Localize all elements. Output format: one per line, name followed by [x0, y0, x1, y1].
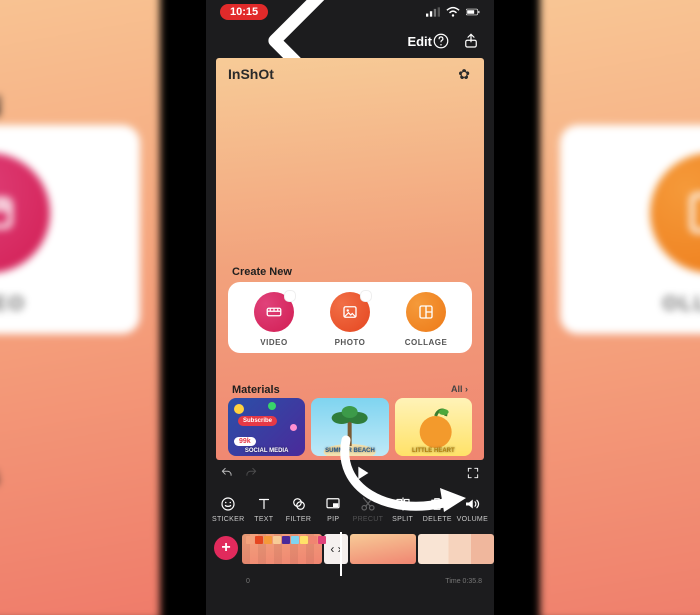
tool-pip-label: PIP	[327, 516, 339, 523]
bg-panel-left: VIDEO	[0, 125, 140, 334]
inshot-logo: InShOt	[228, 66, 274, 82]
material-card-2: SUMMER BEACH	[311, 398, 388, 456]
create-new-heading: Create New	[232, 266, 292, 278]
create-video-option: VIDEO	[236, 292, 311, 347]
bg-card-right: OLLAGE All ›	[540, 0, 700, 615]
tool-pip[interactable]: PIP	[318, 495, 349, 523]
settings-gear-icon: ✿	[458, 66, 470, 83]
timeline-position: 0	[246, 578, 250, 585]
materials-row: Subscribe 99k SOCIAL MEDIA SUMMER BEACH …	[228, 398, 472, 456]
tool-precut-label: PRECUT	[353, 516, 384, 523]
phone-frame: 10:15 Edit InShOt ✿ Create New VIDEO	[205, 0, 495, 615]
material-count-badge: 99k	[234, 437, 256, 446]
create-video-label: VIDEO	[260, 338, 287, 347]
clip-2[interactable]	[350, 534, 416, 564]
add-clip-button[interactable]: +	[214, 536, 238, 560]
preview-viewport[interactable]: InShOt ✿ Create New VIDEO PHOTO COLLAGE	[216, 58, 484, 460]
tool-delete-label: DELETE	[423, 516, 452, 523]
material-card-3: LITTLE HEART	[395, 398, 472, 456]
photo-icon	[330, 292, 370, 332]
material-1-caption: SOCIAL MEDIA	[228, 448, 305, 454]
create-photo-label: PHOTO	[335, 338, 366, 347]
tool-sticker[interactable]: STICKER	[212, 495, 244, 523]
bg-video-label: VIDEO	[0, 293, 120, 316]
bg-card-left: Create N VIDEO Materials	[0, 0, 160, 615]
help-icon[interactable]	[432, 32, 450, 50]
cell-signal-icon	[426, 6, 440, 18]
tool-precut[interactable]: PRECUT	[353, 495, 384, 523]
nav-title: Edit	[407, 34, 432, 49]
create-collage-option: COLLAGE	[388, 292, 463, 347]
tool-delete[interactable]: DELETE	[422, 495, 453, 523]
tool-text[interactable]: TEXT	[248, 495, 279, 523]
materials-heading: Materials	[232, 384, 280, 396]
materials-all-link: All ›	[451, 384, 468, 394]
wifi-icon	[446, 6, 460, 18]
fullscreen-icon[interactable]	[466, 466, 480, 480]
tool-split[interactable]: SPLIT	[387, 495, 418, 523]
tool-split-label: SPLIT	[392, 516, 413, 523]
tool-text-label: TEXT	[254, 516, 273, 523]
battery-icon	[466, 6, 480, 18]
nav-bar: Edit	[206, 24, 494, 58]
create-new-card: VIDEO PHOTO COLLAGE	[228, 282, 472, 353]
video-icon	[254, 292, 294, 332]
material-card-1: Subscribe 99k SOCIAL MEDIA	[228, 398, 305, 456]
material-subscribe-badge: Subscribe	[238, 416, 277, 426]
material-2-caption: SUMMER BEACH	[311, 448, 388, 454]
bg-collage-label: OLLAGE	[580, 293, 700, 316]
redo-icon[interactable]	[244, 466, 258, 480]
collage-icon	[406, 292, 446, 332]
tool-filter-label: FILTER	[286, 516, 311, 523]
create-collage-label: COLLAGE	[405, 338, 448, 347]
clip-3[interactable]	[418, 534, 494, 564]
timeline-thumbnails	[246, 536, 326, 544]
timeline[interactable]: + ‹ › 0 Time 0:35.8	[206, 532, 494, 586]
edit-toolbar: STICKER TEXT FILTER PIP PRECUT SPLIT DEL…	[206, 486, 494, 532]
timeline-total: Time 0:35.8	[445, 578, 482, 585]
play-button[interactable]	[351, 462, 373, 484]
tool-volume-label: VOLUME	[457, 516, 488, 523]
bg-create-label: Create N	[0, 90, 1, 124]
tool-volume[interactable]: VOLUME	[457, 495, 488, 523]
tool-filter[interactable]: FILTER	[283, 495, 314, 523]
tool-sticker-label: STICKER	[212, 516, 244, 523]
material-3-caption: LITTLE HEART	[395, 448, 472, 454]
playhead[interactable]	[340, 532, 342, 576]
undo-icon[interactable]	[220, 466, 234, 480]
share-icon[interactable]	[462, 32, 480, 50]
clip-transition[interactable]: ‹ ›	[324, 534, 348, 564]
create-photo-option: PHOTO	[312, 292, 387, 347]
player-controls	[206, 460, 494, 486]
bg-panel-right: OLLAGE	[560, 125, 700, 334]
